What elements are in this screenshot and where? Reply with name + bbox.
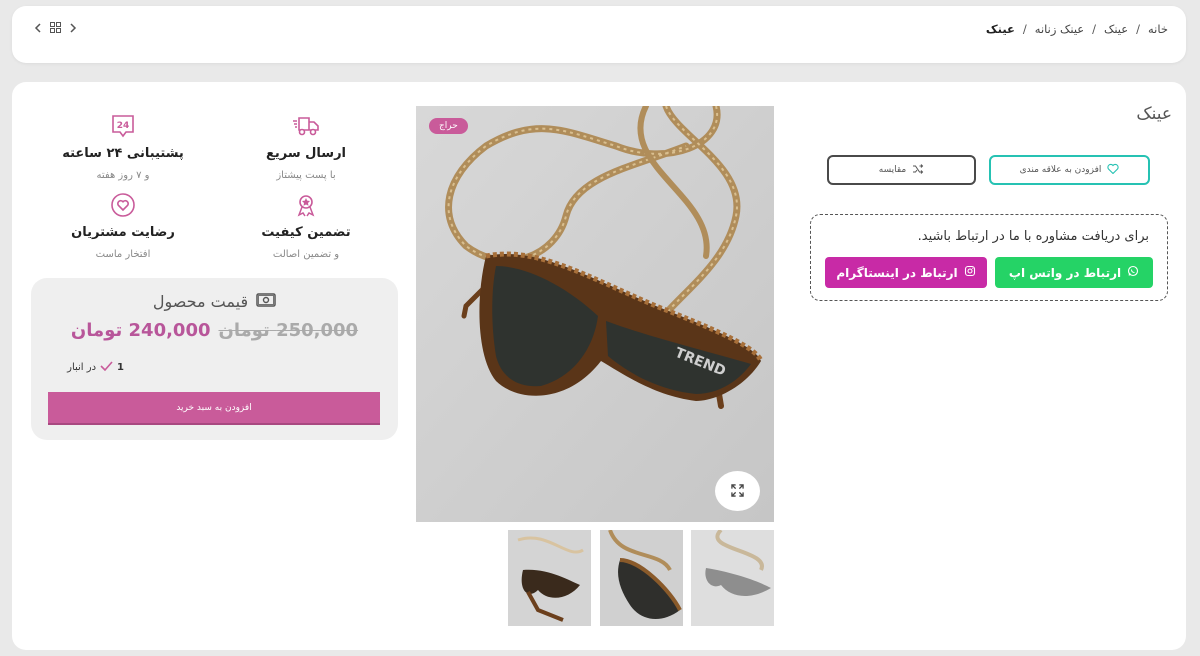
wishlist-label: افزودن به علاقه مندی [1019, 165, 1102, 175]
breadcrumb-women-glasses[interactable]: عینک زنانه [1035, 22, 1084, 36]
shuffle-icon [912, 163, 924, 177]
product-title: عینک [1136, 104, 1172, 124]
breadcrumb-current: عینک [985, 22, 1015, 36]
price-box: قیمت محصول 250,000 تومان 240,000 تومان 1… [31, 278, 398, 440]
stock-status: 1 در انبار [67, 361, 124, 374]
feature-title: تضمین کیفیت [261, 225, 351, 240]
support-24-label: 24 [117, 121, 130, 131]
instagram-label: ارتباط در اینستاگرام [836, 265, 958, 280]
feature-subtitle: افتخار ماست [95, 249, 151, 260]
feature-title: ارسال سریع [265, 146, 347, 161]
instagram-button[interactable]: ارتباط در اینستاگرام [825, 257, 987, 288]
new-price-unit: تومان [70, 320, 123, 341]
feature-title: رضایت مشتریان [71, 225, 175, 240]
price-heading-text: قیمت محصول [152, 292, 249, 311]
top-bar: خانه / عینک / عینک زنانه / عینک [12, 6, 1186, 63]
thumbnail[interactable] [508, 530, 591, 626]
whatsapp-label: ارتباط در واتس اپ [1008, 265, 1122, 280]
check-icon [100, 361, 113, 374]
compare-label: مقایسه [878, 165, 907, 175]
truck-icon [256, 112, 356, 140]
thumbnail[interactable] [600, 530, 683, 626]
sunglasses-image: TREND [416, 106, 774, 522]
old-price-unit: تومان [218, 320, 270, 341]
feature-satisfaction: رضایت مشتریان افتخار ماست [62, 191, 184, 260]
add-to-cart-button[interactable]: افزودن به سبد خرید [48, 392, 380, 425]
feature-fast-shipping: ارسال سریع با پست پیشتاز [256, 112, 356, 181]
price-heading: قیمت محصول [31, 292, 398, 311]
sunglasses-thumbnail-image [600, 530, 683, 626]
old-price-value: 250,000 [276, 320, 359, 341]
breadcrumb-separator: / [1136, 22, 1141, 36]
breadcrumb: خانه / عینک / عینک زنانه / عینک [986, 22, 1168, 36]
support-24-icon: 24 [62, 112, 184, 140]
expand-icon [731, 482, 744, 501]
heart-icon [1107, 163, 1120, 177]
chevron-left-icon[interactable] [34, 22, 42, 36]
product-nav [34, 22, 77, 36]
feature-subtitle: و ۷ روز هفته [96, 170, 150, 181]
breadcrumb-home[interactable]: خانه [1148, 22, 1168, 36]
sale-badge: حراج [429, 118, 468, 134]
chevron-right-icon[interactable] [69, 22, 77, 36]
sunglasses-thumbnail-image [508, 530, 591, 626]
feature-subtitle: با پست پیشتاز [276, 170, 336, 181]
thumbnail[interactable] [691, 530, 774, 626]
feature-subtitle: و تضمین اصالت [272, 249, 340, 260]
feature-support: 24 پشتیبانی ۲۴ ساعته و ۷ روز هفته [62, 112, 184, 181]
stock-label: در انبار [67, 362, 97, 373]
new-price-value: 240,000 [128, 320, 211, 341]
compare-button[interactable]: مقایسه [827, 155, 976, 185]
whatsapp-button[interactable]: ارتباط در واتس اپ [995, 257, 1153, 288]
feature-title: پشتیبانی ۲۴ ساعته [62, 146, 184, 161]
instagram-icon [964, 265, 976, 280]
whatsapp-icon [1127, 265, 1139, 280]
product-main-image[interactable]: TREND حراج [416, 106, 774, 522]
wishlist-button[interactable]: افزودن به علاقه مندی [989, 155, 1150, 185]
breadcrumb-separator: / [1022, 22, 1027, 36]
consultation-box: برای دریافت مشاوره با ما در ارتباط باشید… [810, 214, 1168, 301]
zoom-button[interactable] [715, 471, 760, 511]
consultation-text: برای دریافت مشاوره با ما در ارتباط باشید… [917, 229, 1149, 244]
feature-quality: تضمین کیفیت و تضمین اصالت [256, 191, 356, 260]
breadcrumb-glasses[interactable]: عینک [1104, 22, 1128, 36]
sunglasses-thumbnail-image [691, 530, 774, 626]
price-row: 250,000 تومان 240,000 تومان [31, 320, 398, 341]
stock-quantity: 1 [117, 362, 124, 373]
new-price: 240,000 تومان [71, 320, 211, 341]
old-price: 250,000 تومان [219, 320, 359, 341]
grid-icon[interactable] [50, 22, 61, 36]
money-icon [256, 292, 276, 311]
heart-icon [62, 191, 184, 219]
award-icon [256, 191, 356, 219]
breadcrumb-separator: / [1092, 22, 1097, 36]
